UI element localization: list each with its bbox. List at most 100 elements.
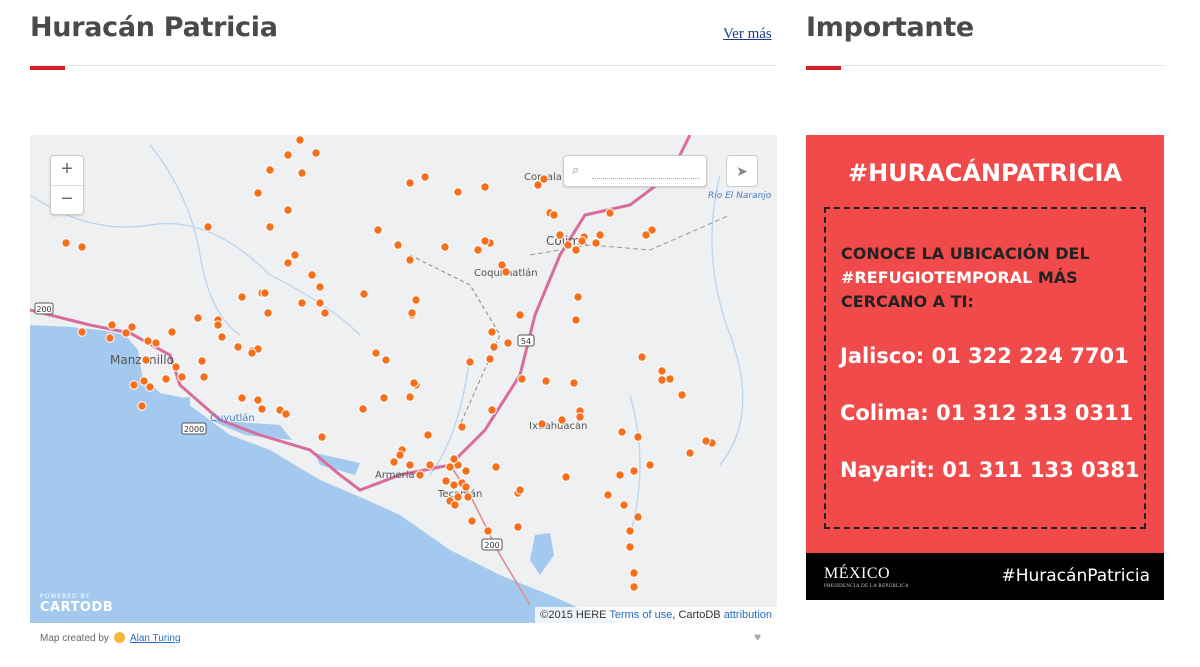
shelter-marker[interactable] (295, 135, 305, 145)
shelter-marker[interactable] (605, 208, 615, 218)
shelter-marker[interactable] (555, 230, 565, 240)
shelter-marker[interactable] (629, 466, 639, 476)
shelter-marker[interactable] (461, 466, 471, 476)
credit-user-link[interactable]: Alan Turing (130, 633, 181, 644)
attribution-link[interactable]: attribution (724, 609, 772, 621)
shelter-marker[interactable] (480, 236, 490, 246)
shelter-marker[interactable] (501, 267, 511, 277)
zoom-in-button[interactable]: + (51, 156, 83, 186)
shelter-marker[interactable] (453, 492, 463, 502)
shelter-marker[interactable] (449, 480, 459, 490)
shelter-marker[interactable] (537, 419, 547, 429)
shelter-marker[interactable] (480, 182, 490, 192)
shelter-marker[interactable] (449, 454, 459, 464)
shelter-marker[interactable] (77, 327, 87, 337)
shelter-marker[interactable] (265, 222, 275, 232)
shelter-marker[interactable] (315, 282, 325, 292)
shelter-marker[interactable] (315, 298, 325, 308)
shelter-marker[interactable] (571, 245, 581, 255)
shelter-marker[interactable] (619, 500, 629, 510)
shelter-marker[interactable] (473, 245, 483, 255)
shelter-marker[interactable] (591, 238, 601, 248)
shelter-marker[interactable] (467, 516, 477, 526)
shelter-marker[interactable] (237, 292, 247, 302)
shelter-marker[interactable] (617, 427, 627, 437)
shelter-marker[interactable] (533, 180, 543, 190)
shelter-marker[interactable] (409, 378, 419, 388)
shelter-marker[interactable] (625, 526, 635, 536)
shelter-marker[interactable] (571, 315, 581, 325)
shelter-marker[interactable] (575, 412, 585, 422)
shelter-marker[interactable] (129, 380, 139, 390)
shelter-marker[interactable] (143, 336, 153, 346)
shelter-marker[interactable] (569, 378, 579, 388)
shelter-marker[interactable] (297, 168, 307, 178)
shelter-marker[interactable] (359, 289, 369, 299)
shelter-marker[interactable] (573, 292, 583, 302)
shelter-marker[interactable] (665, 374, 675, 384)
shelter-marker[interactable] (77, 242, 87, 252)
shelter-marker[interactable] (453, 187, 463, 197)
shelter-marker[interactable] (405, 392, 415, 402)
shelter-marker[interactable] (595, 230, 605, 240)
shelter-marker[interactable] (358, 404, 368, 414)
shelter-marker[interactable] (373, 225, 383, 235)
shelter-marker[interactable] (379, 393, 389, 403)
shelter-marker[interactable] (283, 150, 293, 160)
shelter-marker[interactable] (503, 338, 513, 348)
shelter-marker[interactable] (265, 165, 275, 175)
shelter-marker[interactable] (701, 436, 711, 446)
shelter-marker[interactable] (233, 342, 243, 352)
shelter-marker[interactable] (407, 308, 417, 318)
shelter-marker[interactable] (489, 342, 499, 352)
shelter-marker[interactable] (541, 376, 551, 386)
terms-of-use-link[interactable]: Terms of use (609, 609, 672, 621)
shelter-marker[interactable] (127, 322, 137, 332)
shelter-marker[interactable] (425, 460, 435, 470)
shelter-marker[interactable] (217, 332, 227, 342)
shelter-marker[interactable] (457, 422, 467, 432)
shelter-marker[interactable] (381, 355, 391, 365)
shelter-marker[interactable] (105, 333, 115, 343)
shelter-marker[interactable] (629, 568, 639, 578)
shelter-marker[interactable] (107, 320, 117, 330)
shelter-marker[interactable] (441, 476, 451, 486)
shelter-marker[interactable] (141, 355, 151, 365)
shelter-marker[interactable] (283, 205, 293, 215)
shelter-marker[interactable] (145, 382, 155, 392)
shelter-marker[interactable] (629, 582, 639, 592)
shelter-marker[interactable] (199, 372, 209, 382)
shelter-marker[interactable] (440, 242, 450, 252)
shelter-marker[interactable] (420, 172, 430, 182)
shelter-marker[interactable] (320, 308, 330, 318)
shelter-marker[interactable] (461, 482, 471, 492)
shelter-marker[interactable] (311, 148, 321, 158)
cartodb-logo[interactable]: POWERED BY CARTODB (40, 593, 113, 615)
shelter-marker[interactable] (685, 448, 695, 458)
shelter-marker[interactable] (483, 526, 493, 536)
shelter-map[interactable]: 200 2000 54 200 Manzanillo Cuyutlán Arme… (30, 135, 777, 623)
shelter-marker[interactable] (445, 462, 455, 472)
shelter-marker[interactable] (290, 250, 300, 260)
shelter-marker[interactable] (625, 542, 635, 552)
shelter-marker[interactable] (677, 390, 687, 400)
shelter-marker[interactable] (161, 374, 171, 384)
shelter-marker[interactable] (615, 470, 625, 480)
shelter-marker[interactable] (237, 393, 247, 403)
shelter-marker[interactable] (297, 298, 307, 308)
shelter-marker[interactable] (253, 395, 263, 405)
shelter-marker[interactable] (657, 366, 667, 376)
shelter-marker[interactable] (253, 188, 263, 198)
shelter-marker[interactable] (515, 310, 525, 320)
shelter-marker[interactable] (247, 348, 257, 358)
shelter-marker[interactable] (657, 375, 667, 385)
shelter-marker[interactable] (450, 500, 460, 510)
shelter-marker[interactable] (637, 352, 647, 362)
shelter-marker[interactable] (487, 405, 497, 415)
shelter-marker[interactable] (260, 288, 270, 298)
shelter-marker[interactable] (405, 178, 415, 188)
shelter-marker[interactable] (317, 432, 327, 442)
shelter-marker[interactable] (633, 512, 643, 522)
shelter-marker[interactable] (485, 354, 495, 364)
shelter-marker[interactable] (171, 362, 181, 372)
